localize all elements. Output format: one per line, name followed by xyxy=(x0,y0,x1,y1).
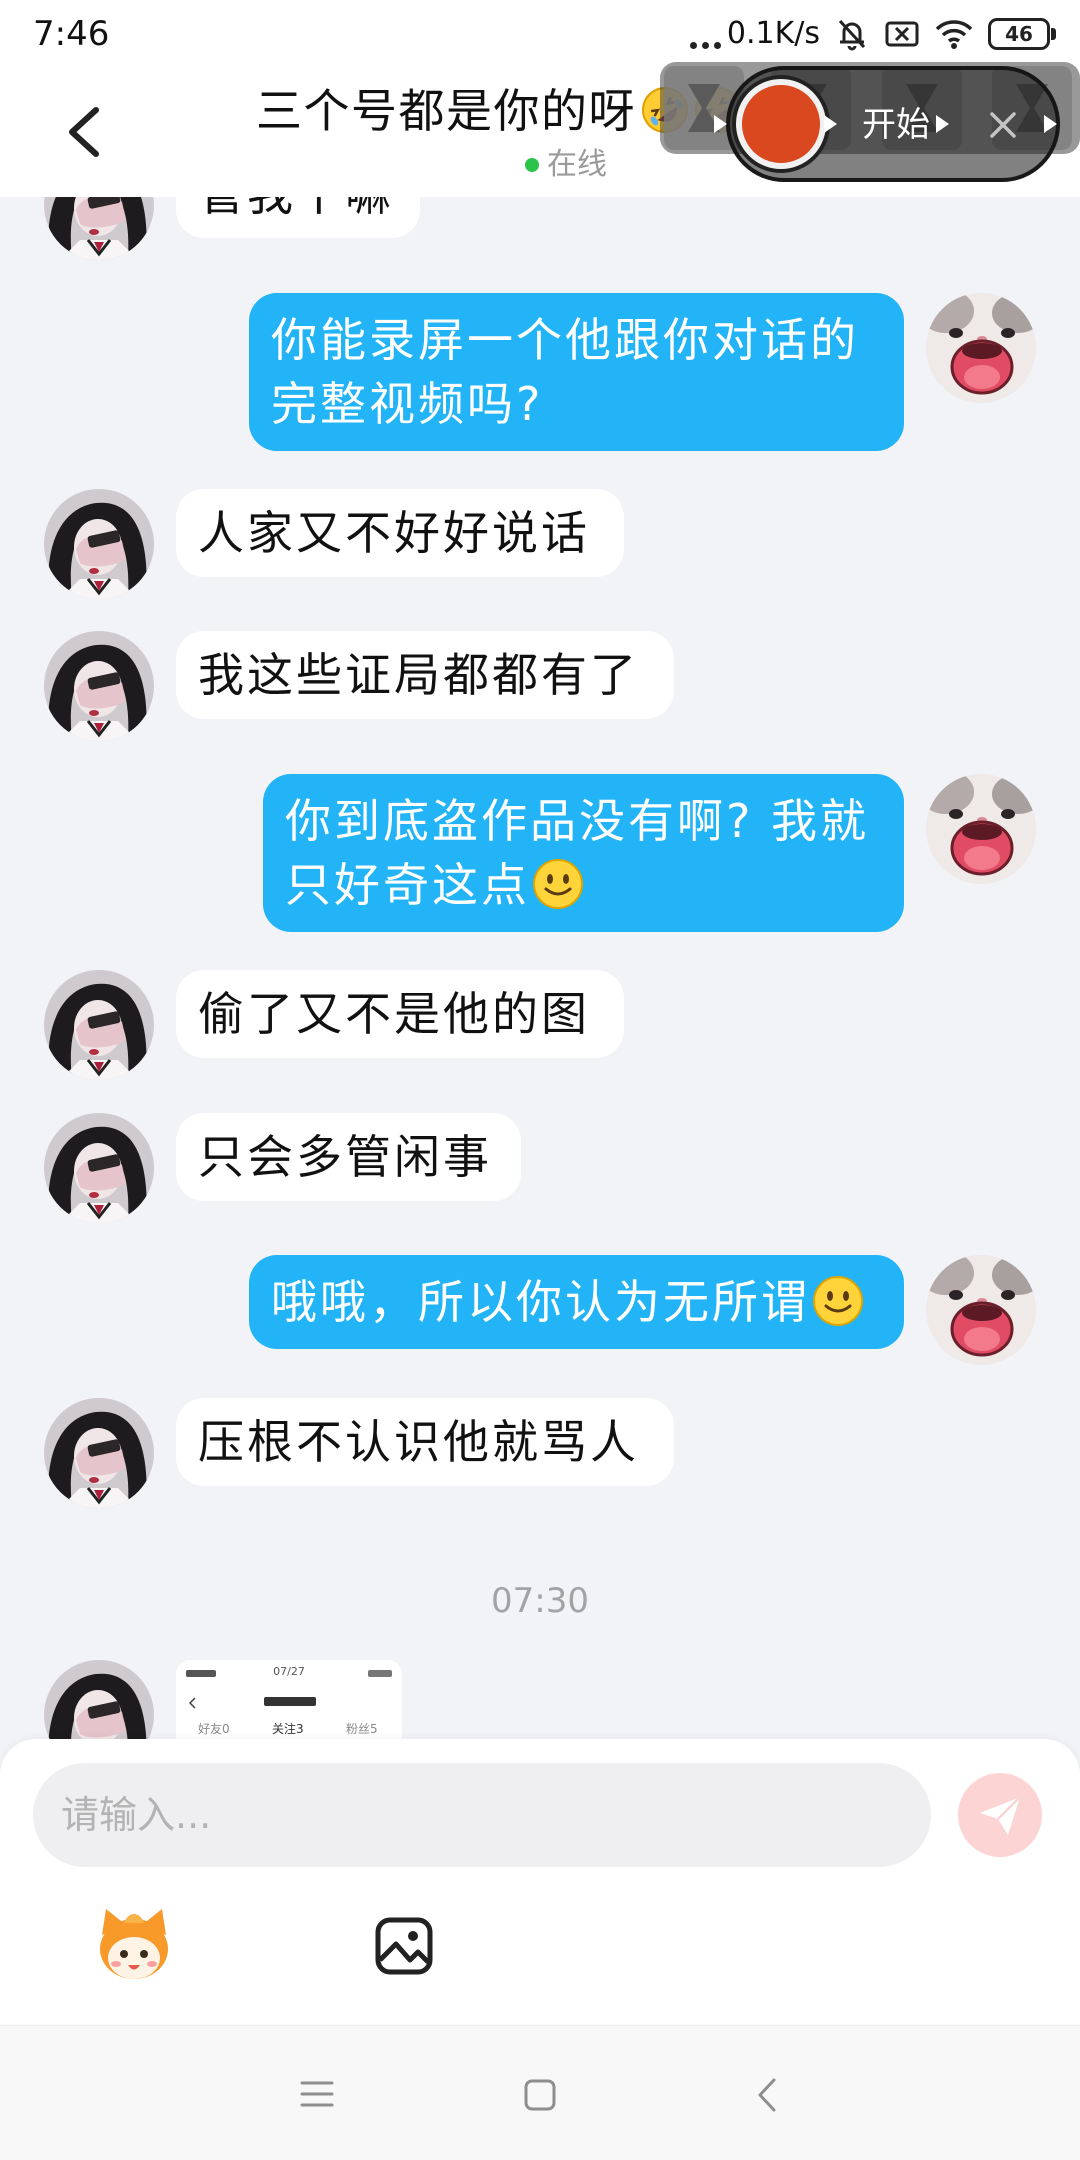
message-row: 哦哦，所以你认为无所谓 xyxy=(0,1255,1080,1415)
slightly-smiling-face-icon xyxy=(812,1275,864,1327)
message-bubble[interactable]: 只会多管闲事 xyxy=(176,1113,521,1201)
status-time: 7:46 xyxy=(33,14,110,54)
play-icon[interactable] xyxy=(714,115,727,133)
mascot-sticker-icon[interactable] xyxy=(92,1903,176,1987)
contact-avatar[interactable] xyxy=(44,631,154,741)
message-text: 压根不认识他就骂人 xyxy=(198,1415,639,1469)
message-bubble[interactable]: 你能录屏一个他跟你对话的完整视频吗? xyxy=(249,293,904,451)
wifi-icon xyxy=(934,16,974,52)
recorder-start-button[interactable]: 开始 xyxy=(862,106,930,144)
close-icon[interactable] xyxy=(988,110,1018,140)
slightly-smiling-face-icon xyxy=(532,858,584,910)
message-text: 人家又不好好说话 xyxy=(198,506,590,560)
message-bubble[interactable]: 哦哦，所以你认为无所谓 xyxy=(249,1255,904,1349)
network-speed: 0.1K/s xyxy=(726,16,820,51)
paper-plane-send-icon xyxy=(980,1796,1021,1835)
more-dots-icon xyxy=(689,19,721,49)
image-picker-icon[interactable] xyxy=(374,1916,434,1976)
back-button[interactable] xyxy=(60,104,112,160)
thumbnail-profile-name xyxy=(264,1697,316,1706)
message-text: 你能录屏一个他跟你对话的完整视频吗? xyxy=(271,313,859,431)
my-avatar[interactable] xyxy=(926,293,1036,403)
message-text: 偷了又不是他的图 xyxy=(198,987,590,1041)
online-dot-icon xyxy=(525,158,539,172)
bell-off-icon xyxy=(834,16,870,52)
contact-avatar[interactable] xyxy=(44,970,154,1080)
presence-status: 在线 xyxy=(525,146,607,184)
message-row: 偷了又不是他的图 xyxy=(0,970,1080,1130)
chevron-left-icon xyxy=(69,107,99,157)
no-sim-icon xyxy=(884,16,920,52)
message-text: 哦哦，所以你认为无所谓 xyxy=(271,1275,810,1329)
message-row: 我这些证局都都有了 xyxy=(0,631,1080,791)
message-bubble[interactable]: 我这些证局都都有了 xyxy=(176,631,674,719)
time-divider: 07:30 xyxy=(491,1581,589,1621)
battery-icon: 46 xyxy=(988,18,1056,50)
message-input[interactable] xyxy=(33,1763,931,1867)
contact-avatar[interactable] xyxy=(44,1113,154,1223)
my-avatar[interactable] xyxy=(926,1255,1036,1365)
message-bubble[interactable]: 你到底盗作品没有啊? 我就只好奇这点 xyxy=(263,774,904,932)
play-icon[interactable] xyxy=(1044,115,1057,133)
message-row: 你能录屏一个他跟你对话的完整视频吗? xyxy=(0,293,1080,453)
message-text: 只会多管闲事 xyxy=(198,1130,492,1184)
presence-label: 在线 xyxy=(547,147,607,182)
play-icon[interactable] xyxy=(936,115,949,133)
message-row: 人家又不好好说话 xyxy=(0,489,1080,649)
back-chevron-icon[interactable] xyxy=(754,2076,780,2118)
thumbnail-tab: 好友0 xyxy=(198,1722,230,1736)
message-row: 你到底盗作品没有啊? 我就只好奇这点 xyxy=(0,774,1080,934)
thumbnail-tab: 关注3 xyxy=(272,1722,304,1736)
thumbnail-tab: 粉丝5 xyxy=(346,1722,378,1736)
record-button-icon[interactable] xyxy=(736,79,826,169)
message-bubble[interactable]: 偷了又不是他的图 xyxy=(176,970,624,1058)
send-button[interactable] xyxy=(958,1773,1042,1857)
battery-level: 46 xyxy=(1005,22,1033,46)
system-nav-bar xyxy=(0,2025,1080,2160)
message-row: 只会多管闲事 xyxy=(0,1113,1080,1273)
play-icon[interactable] xyxy=(824,115,837,133)
contact-avatar[interactable] xyxy=(44,489,154,599)
message-row: 压根不认识他就骂人 xyxy=(0,1398,1080,1558)
message-bubble[interactable]: 压根不认识他就骂人 xyxy=(176,1398,674,1486)
screen-recorder-widget[interactable]: 开始 xyxy=(660,62,1080,184)
menu-icon[interactable] xyxy=(299,2078,335,2114)
message-input-field[interactable] xyxy=(33,1763,931,1867)
thumbnail-status-icons xyxy=(368,1670,392,1677)
chat-title: 三个号都是你的呀 xyxy=(256,84,636,138)
message-bubble[interactable]: 人家又不好好说话 xyxy=(176,489,624,577)
my-avatar[interactable] xyxy=(926,774,1036,884)
message-text: 我这些证局都都有了 xyxy=(198,648,639,702)
thumbnail-back-icon xyxy=(188,1694,196,1713)
contact-avatar[interactable] xyxy=(44,1398,154,1508)
home-square-icon[interactable] xyxy=(524,2079,556,2115)
message-composer xyxy=(0,1739,1080,2025)
status-icons: 0.1K/s 46 xyxy=(689,10,1056,58)
